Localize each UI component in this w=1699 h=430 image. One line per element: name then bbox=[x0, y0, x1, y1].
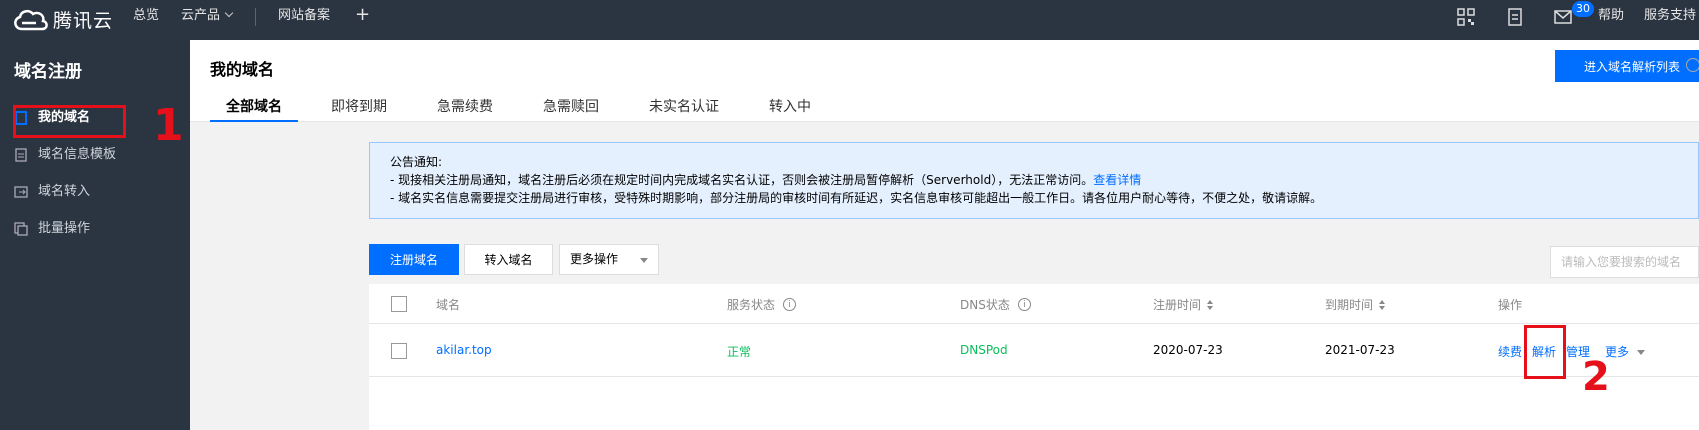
sidebar-item-batch-ops[interactable]: 批量操作 bbox=[14, 217, 90, 241]
col-actions-label: 操作 bbox=[1498, 298, 1523, 312]
expiry-date: 2021-07-23 bbox=[1325, 343, 1395, 357]
select-all-checkbox[interactable] bbox=[391, 296, 407, 312]
mail-icon[interactable] bbox=[1552, 6, 1574, 28]
sort-icon bbox=[1379, 299, 1386, 310]
qrcode-icon[interactable] bbox=[1455, 6, 1477, 28]
search-input[interactable]: 请输入您要搜索的域名 bbox=[1550, 246, 1699, 278]
document-icon[interactable] bbox=[1504, 6, 1526, 28]
tab-transferring[interactable]: 转入中 bbox=[769, 96, 811, 122]
sidebar-item-label: 批量操作 bbox=[38, 221, 91, 236]
dns-list-button[interactable]: 进入域名解析列表 bbox=[1555, 50, 1699, 82]
sidebar: 域名注册 我的域名 域名信息模板 域名转入 批量操作 bbox=[0, 40, 190, 430]
add-shortcut-button[interactable]: + bbox=[355, 0, 370, 40]
info-icon[interactable]: i bbox=[1017, 298, 1031, 311]
sidebar-item-domain-templates[interactable]: 域名信息模板 bbox=[14, 143, 116, 167]
col-domain-label: 域名 bbox=[436, 298, 461, 312]
col-service-status: 服务状态 i bbox=[727, 296, 797, 313]
col-expires-label: 到期时间 bbox=[1325, 298, 1374, 312]
nav-products-label: 云产品 bbox=[181, 8, 221, 23]
col-actions: 操作 bbox=[1498, 296, 1522, 313]
notice-line-1-text: - 现接相关注册局通知，域名注册后必须在规定时间内完成域名实名认证，否则会被注册… bbox=[390, 173, 1094, 187]
sidebar-title: 域名注册 bbox=[14, 62, 82, 82]
annotation-number-2: 2 bbox=[1582, 354, 1610, 400]
col-registered-label: 注册时间 bbox=[1153, 298, 1202, 312]
chevron-down-icon bbox=[224, 8, 234, 18]
nav-products[interactable]: 云产品 bbox=[181, 0, 234, 40]
register-domain-button[interactable]: 注册域名 bbox=[369, 244, 459, 275]
caret-down-icon bbox=[1637, 350, 1646, 355]
notice-banner: 公告通知: - 现接相关注册局通知，域名注册后必须在规定时间内完成域名实名认证，… bbox=[369, 142, 1699, 219]
more-actions-dropdown[interactable]: 更多 bbox=[1605, 343, 1646, 360]
col-expires[interactable]: 到期时间 bbox=[1325, 296, 1386, 313]
sidebar-item-label: 域名转入 bbox=[38, 184, 91, 199]
tab-unverified[interactable]: 未实名认证 bbox=[649, 96, 719, 122]
col-dns-status: DNS状态 i bbox=[960, 296, 1031, 313]
sort-icon bbox=[1207, 299, 1214, 310]
renew-link[interactable]: 续费 bbox=[1498, 343, 1522, 360]
notice-line-1: - 现接相关注册局通知，域名注册后必须在规定时间内完成域名实名认证，否则会被注册… bbox=[390, 171, 1678, 189]
registered-date: 2020-07-23 bbox=[1153, 343, 1223, 357]
nav-help[interactable]: 帮助 bbox=[1598, 0, 1624, 40]
tencent-cloud-logo[interactable]: 腾讯云 bbox=[10, 6, 113, 33]
more-operations-dropdown[interactable]: 更多操作 bbox=[559, 244, 659, 275]
dns-status: DNSPod bbox=[960, 343, 1008, 357]
sidebar-item-domain-transfer[interactable]: 域名转入 bbox=[14, 180, 90, 204]
help-icon[interactable] bbox=[1686, 58, 1699, 72]
table-row: akilar.top 正常 DNSPod 2020-07-23 2021-07-… bbox=[369, 325, 1699, 377]
tab-redemption-needed[interactable]: 急需赎回 bbox=[543, 96, 599, 122]
col-service-status-label: 服务状态 bbox=[727, 298, 776, 312]
brand-name: 腾讯云 bbox=[53, 10, 114, 32]
table-header: 域名 服务状态 i DNS状态 i 注册时间 到期时间 操作 bbox=[369, 284, 1699, 324]
transfer-domain-button[interactable]: 转入域名 bbox=[464, 244, 553, 275]
copy-icon bbox=[14, 222, 28, 236]
tab-all-domains[interactable]: 全部域名 bbox=[210, 96, 298, 122]
domain-link[interactable]: akilar.top bbox=[436, 343, 492, 357]
annotation-box-dns-resolve bbox=[1524, 325, 1566, 379]
domain-table: 域名 服务状态 i DNS状态 i 注册时间 到期时间 操作 akilar.top … bbox=[369, 284, 1699, 430]
notice-title: 公告通知: bbox=[390, 155, 443, 169]
annotation-number-1: 1 bbox=[153, 100, 184, 151]
col-domain: 域名 bbox=[436, 296, 460, 313]
nav-overview[interactable]: 总览 bbox=[133, 0, 159, 40]
page-header: 我的域名 进入域名解析列表 全部域名 即将到期 急需续费 急需赎回 未实名认证 … bbox=[190, 40, 1699, 122]
cloud-logo-icon bbox=[14, 9, 48, 30]
tab-renewal-needed[interactable]: 急需续费 bbox=[437, 96, 493, 122]
info-icon[interactable]: i bbox=[783, 298, 797, 311]
page-title: 我的域名 bbox=[210, 60, 275, 79]
view-details-link[interactable]: 查看详情 bbox=[1093, 173, 1141, 187]
caret-down-icon bbox=[640, 258, 648, 263]
col-registered[interactable]: 注册时间 bbox=[1153, 296, 1214, 313]
nav-divider bbox=[255, 8, 256, 26]
more-operations-label: 更多操作 bbox=[570, 252, 619, 266]
nav-support[interactable]: 服务支持 bbox=[1644, 0, 1696, 40]
annotation-box-my-domains bbox=[13, 105, 126, 138]
tab-expiring-soon[interactable]: 即将到期 bbox=[331, 96, 387, 122]
notice-line-2: - 域名实名信息需要提交注册局进行审核，受特殊时期影响，部分注册局的审核时间有所… bbox=[390, 191, 1323, 205]
row-checkbox[interactable] bbox=[391, 343, 407, 359]
transfer-icon bbox=[14, 186, 28, 198]
sidebar-item-label: 域名信息模板 bbox=[38, 147, 117, 162]
col-dns-status-label: DNS状态 bbox=[960, 298, 1010, 312]
nav-icp[interactable]: 网站备案 bbox=[278, 0, 330, 40]
document-icon bbox=[15, 148, 27, 162]
top-navbar: 腾讯云 总览 云产品 网站备案 + 30 帮助 服务支持 bbox=[0, 0, 1699, 40]
message-count-badge: 30 bbox=[1572, 1, 1594, 17]
service-status: 正常 bbox=[727, 345, 752, 359]
